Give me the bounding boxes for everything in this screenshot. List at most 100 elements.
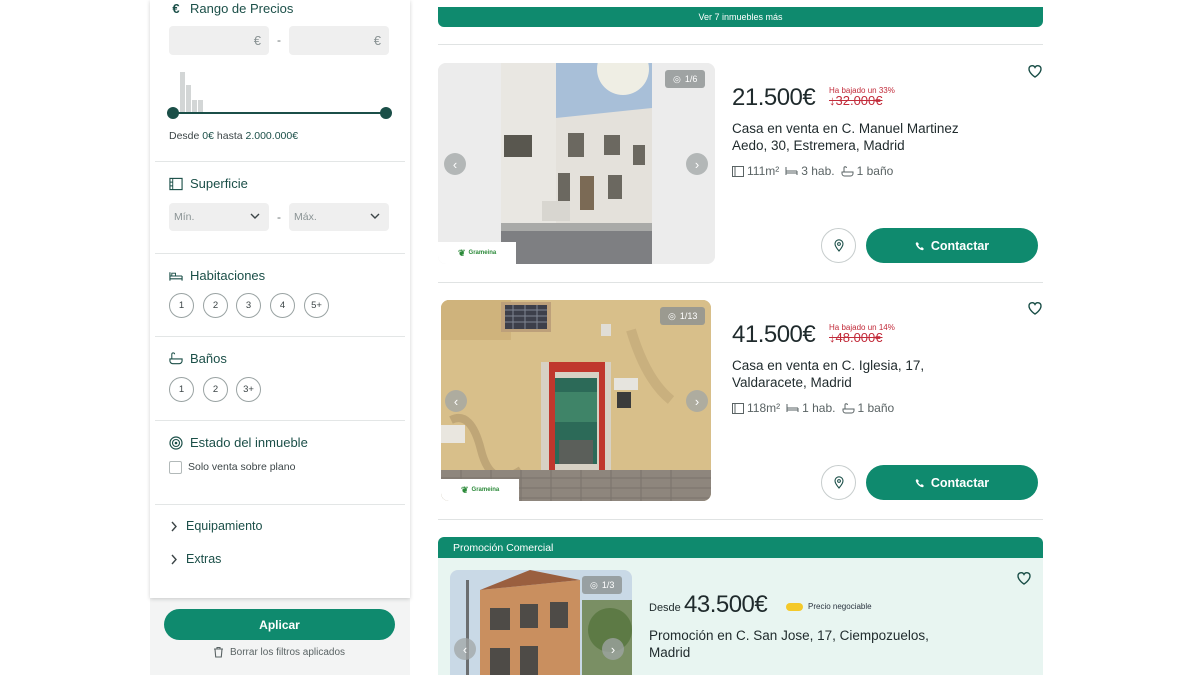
rooms-option-2[interactable]: 2 — [203, 293, 228, 318]
heart-icon[interactable] — [1016, 570, 1032, 586]
leaf-icon: ❦ — [461, 484, 469, 495]
bathtub-icon — [841, 165, 854, 176]
baths-value: 1 baño — [857, 401, 895, 415]
clear-filters-link[interactable]: Borrar los filtros aplicados — [213, 646, 345, 658]
heart-icon[interactable] — [1027, 300, 1043, 316]
divider — [438, 519, 1043, 520]
trash-icon — [214, 646, 223, 658]
listing-title[interactable]: Casa en venta en C. Iglesia, 17, Valdara… — [732, 357, 982, 391]
listing-price: 41.500€ — [732, 321, 816, 348]
price-slider-max-handle[interactable] — [380, 107, 392, 119]
promo-title[interactable]: Promoción en C. San Jose, 17, Ciempozuel… — [649, 627, 949, 661]
photo-counter: ◎ 1/6 — [665, 70, 706, 88]
photo-next-button[interactable]: › — [602, 638, 624, 660]
see-more-button[interactable]: Ver 7 inmuebles más — [438, 7, 1043, 27]
price-max-input[interactable]: € — [289, 26, 389, 55]
rooms-option-1[interactable]: 1 — [169, 293, 194, 318]
chevron-right-icon — [171, 521, 177, 531]
offplan-checkbox[interactable] — [169, 461, 182, 474]
surface-min-select[interactable]: Mín. — [169, 203, 269, 231]
promo-price: 43.500€ — [684, 591, 768, 618]
old-price: ↓32.000€ — [829, 93, 883, 108]
contact-button[interactable]: Contactar — [866, 465, 1038, 500]
floorplan-icon — [169, 177, 183, 191]
apply-filters-button[interactable]: Aplicar — [164, 609, 395, 640]
agency-name: Grameina — [468, 250, 497, 256]
extras-toggle[interactable]: Extras — [170, 552, 221, 566]
floorplan-icon — [732, 165, 744, 177]
price-slider-track[interactable] — [172, 112, 386, 114]
range-mid-text: hasta — [216, 130, 243, 142]
surface-min-label: Mín. — [174, 211, 195, 223]
surface-title: Superficie — [169, 176, 248, 191]
divider — [155, 336, 405, 337]
bathtub-icon — [842, 402, 854, 413]
area-value: 111m² — [747, 164, 780, 178]
rooms-feature: 1 hab. — [786, 401, 836, 415]
price-dash: - — [277, 33, 281, 47]
area-feature: 118m² — [732, 401, 780, 415]
chevron-right-icon — [171, 554, 177, 564]
filters-card: € Rango de Precios € - € Desde 0€ hasta … — [150, 0, 410, 598]
agency-name: Grameina — [471, 487, 500, 493]
state-label: Estado del inmueble — [190, 435, 308, 450]
range-min-value: 0€ — [202, 130, 214, 142]
baths-option-2[interactable]: 2 — [203, 377, 228, 402]
target-icon — [169, 435, 183, 450]
divider — [438, 44, 1043, 45]
baths-title: Baños — [169, 351, 227, 366]
baths-option-1[interactable]: 1 — [169, 377, 194, 402]
equipment-label: Equipamiento — [186, 519, 263, 533]
listing-price: 21.500€ — [732, 84, 816, 111]
divider — [155, 420, 405, 421]
bed-icon — [169, 269, 183, 283]
equipment-toggle[interactable]: Equipamiento — [170, 519, 262, 533]
contact-label: Contactar — [930, 475, 990, 490]
rooms-option-3[interactable]: 3 — [236, 293, 261, 318]
baths-feature: 1 baño — [842, 401, 895, 415]
photo-counter-text: 1/13 — [679, 311, 698, 321]
leaf-icon: ❦ — [458, 247, 466, 258]
baths-label: Baños — [190, 351, 227, 366]
camera-icon: ◎ — [673, 73, 681, 84]
histogram-bar — [186, 85, 191, 112]
agency-logo: ❦ Grameina — [441, 479, 519, 501]
photo-prev-button[interactable]: ‹ — [454, 638, 476, 660]
heart-icon[interactable] — [1027, 63, 1043, 79]
contact-button[interactable]: Contactar — [866, 228, 1038, 263]
promo-photo[interactable]: ‹ › ◎ 1/3 — [450, 570, 632, 675]
price-slider-min-handle[interactable] — [167, 107, 179, 119]
listing-features: 111m² 3 hab. 1 baño — [732, 164, 893, 178]
rooms-option-5plus[interactable]: 5+ — [304, 293, 329, 318]
phone-icon — [915, 478, 924, 487]
listing-title[interactable]: Casa en venta en C. Manuel Martinez Aedo… — [732, 120, 982, 154]
price-min-input[interactable]: € — [169, 26, 269, 55]
divider — [438, 282, 1043, 283]
rooms-option-4[interactable]: 4 — [270, 293, 295, 318]
map-location-button[interactable] — [821, 228, 856, 263]
photo-next-button[interactable]: › — [686, 153, 708, 175]
listing-photo[interactable]: ‹ › ◎ 1/6 ❦ Grameina — [438, 63, 715, 264]
negotiable-badge: Precio negociable — [786, 602, 872, 611]
state-title: Estado del inmueble — [169, 435, 308, 450]
map-location-button[interactable] — [821, 465, 856, 500]
rooms-value: 1 hab. — [802, 401, 836, 415]
baths-option-3plus[interactable]: 3+ — [236, 377, 261, 402]
photo-prev-button[interactable]: ‹ — [444, 153, 466, 175]
camera-icon: ◎ — [590, 579, 598, 590]
contact-label: Contactar — [930, 238, 990, 253]
range-prefix: Desde — [169, 130, 200, 142]
histogram-bar — [192, 100, 197, 112]
bathtub-icon — [169, 352, 183, 366]
photo-prev-button[interactable]: ‹ — [445, 390, 467, 412]
bed-icon — [786, 404, 799, 412]
listing-photo[interactable]: ‹ › ◎ 1/13 ❦ Grameina — [441, 300, 711, 501]
extras-label: Extras — [186, 552, 222, 566]
photo-next-button[interactable]: › — [686, 390, 708, 412]
floorplan-icon — [732, 402, 744, 414]
surface-max-label: Máx. — [294, 211, 317, 223]
chevron-down-icon — [370, 213, 380, 219]
rooms-value: 3 hab. — [801, 164, 835, 178]
house-photo-image — [438, 63, 715, 264]
surface-max-select[interactable]: Máx. — [289, 203, 389, 231]
